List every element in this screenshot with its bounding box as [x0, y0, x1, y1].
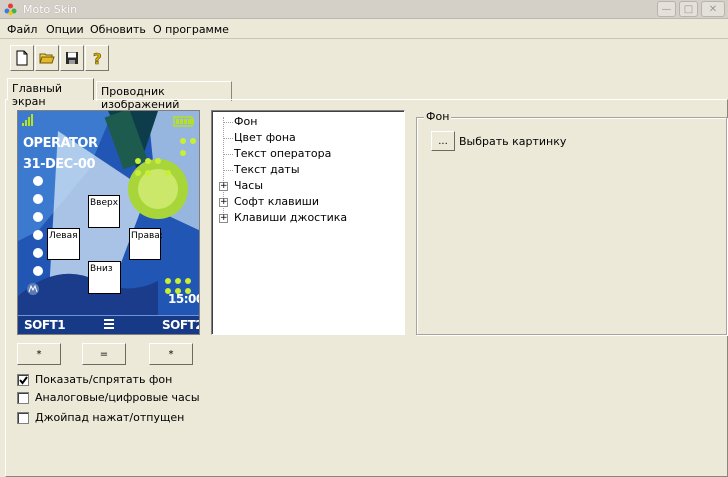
joystick-right-zone[interactable]: Права: [129, 228, 163, 260]
joystick-right-label: Права: [131, 231, 163, 241]
joystick-left-zone[interactable]: Левая [47, 228, 80, 260]
softkey-left-button[interactable]: * [17, 343, 61, 365]
joypad-state-option[interactable]: Джойпад нажат/отпущен [17, 411, 184, 424]
joypad-state-checkbox[interactable] [17, 411, 29, 424]
expand-joystick-icon[interactable]: + [219, 214, 228, 223]
maximize-button[interactable]: □ [679, 1, 698, 17]
browse-button[interactable]: ... [431, 131, 455, 151]
softkey-right-button[interactable]: * [149, 343, 193, 365]
toolbar: ? [0, 41, 728, 73]
tree-line [223, 170, 233, 171]
menu-bar: Файл Опции Обновить О программе [0, 20, 728, 39]
joystick-down-label: Вниз [90, 264, 113, 274]
tree-item-background[interactable]: Фон [234, 115, 257, 128]
expand-softkeys-icon[interactable]: + [219, 198, 228, 207]
help-icon: ? [93, 50, 102, 66]
svg-text:?: ? [93, 50, 102, 66]
tab-image-explorer[interactable]: Проводник изображений [96, 81, 232, 111]
app-logo-icon [4, 3, 17, 16]
softkey-right-label: * [168, 348, 174, 360]
tab-main-screen[interactable]: Главный экран [7, 78, 94, 108]
checkmark-icon [19, 375, 28, 385]
clock-text: 15:00 [168, 292, 199, 306]
date-text: 31-DEC-00 [23, 157, 95, 172]
show-background-checkbox[interactable] [17, 373, 29, 386]
expander-glyph: + [220, 213, 228, 223]
minimize-icon: — [661, 3, 672, 15]
menu-about[interactable]: О программе [153, 23, 229, 36]
joystick-up-zone[interactable]: Вверх [88, 195, 120, 228]
new-file-icon [16, 50, 28, 66]
clock-type-label: Аналоговые/цифровые часы [35, 391, 200, 404]
phone-preview: OPERATOR 31-DEC-00 15:00 SOFT1 SOFT2 Вве… [17, 110, 200, 335]
tree-item-background-color[interactable]: Цвет фона [234, 131, 296, 144]
tree-line [223, 154, 233, 155]
soft1-text: SOFT1 [24, 318, 66, 332]
element-tree[interactable]: Фон Цвет фона Текст оператора Текст даты… [211, 110, 405, 335]
properties-group [416, 117, 727, 335]
menu-refresh[interactable]: Обновить [90, 23, 146, 36]
softkey-center-label: = [99, 348, 109, 360]
minimize-button[interactable]: — [657, 1, 676, 17]
save-button[interactable] [60, 45, 84, 71]
clock-type-checkbox[interactable] [17, 391, 29, 404]
window-title: Moto Skin [23, 3, 78, 16]
expander-glyph: + [220, 197, 228, 207]
joystick-up-label: Вверх [90, 198, 119, 208]
joypad-state-label: Джойпад нажат/отпущен [35, 411, 185, 424]
save-disk-icon [66, 52, 78, 64]
joystick-down-zone[interactable]: Вниз [88, 261, 121, 294]
open-folder-icon [39, 53, 55, 64]
expander-glyph: + [220, 181, 228, 191]
show-background-option[interactable]: Показать/спрятать фон [17, 373, 172, 386]
new-button[interactable] [10, 45, 34, 71]
tree-item-joystick-keys[interactable]: Клавиши джостика [234, 211, 347, 224]
close-icon: ✕ [708, 3, 718, 15]
tree-item-clock[interactable]: Часы [234, 179, 263, 192]
menu-file[interactable]: Файл [7, 23, 37, 36]
title-bar: Moto Skin — □ ✕ [0, 0, 728, 19]
tree-item-softkeys[interactable]: Софт клавиши [234, 195, 319, 208]
clock-type-option[interactable]: Аналоговые/цифровые часы [17, 391, 200, 404]
tree-item-operator-text[interactable]: Текст оператора [234, 147, 331, 160]
operator-text: OPERATOR [23, 136, 98, 151]
open-button[interactable] [35, 45, 59, 71]
tree-item-date-text[interactable]: Текст даты [234, 163, 300, 176]
softkey-left-label: * [36, 348, 42, 360]
expand-clock-icon[interactable]: + [219, 182, 228, 191]
browse-button-label: ... [438, 136, 448, 147]
help-button[interactable]: ? [85, 45, 109, 71]
menu-options[interactable]: Опции [46, 23, 84, 36]
show-background-label: Показать/спрятать фон [35, 373, 173, 386]
softkey-center-button[interactable]: = [82, 343, 126, 365]
properties-group-title: Фон [424, 110, 452, 123]
close-button[interactable]: ✕ [701, 1, 725, 17]
soft2-text: SOFT2 [162, 318, 200, 332]
maximize-icon: □ [683, 3, 694, 15]
choose-image-label: Выбрать картинку [459, 135, 567, 148]
joystick-left-label: Левая [49, 231, 78, 241]
tree-line [223, 122, 233, 123]
tree-line [223, 138, 233, 139]
